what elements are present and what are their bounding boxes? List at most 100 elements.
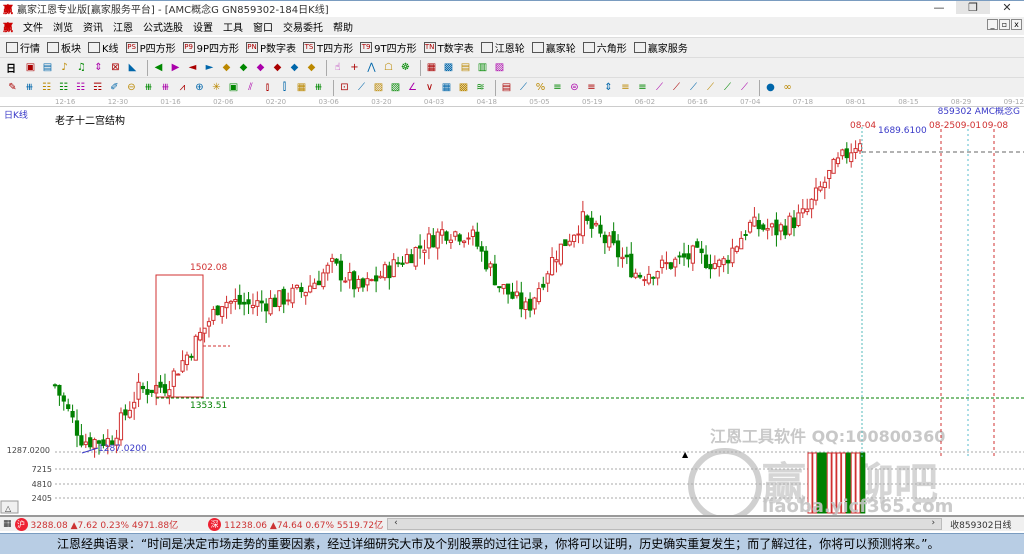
tool-icon[interactable]: ≡: [619, 81, 632, 94]
toolbar-button-9[interactable]: 江恩轮: [480, 40, 525, 55]
tool-icon[interactable]: ⫽: [244, 81, 257, 94]
tool-icon[interactable]: ⫾: [261, 81, 274, 94]
tool-icon[interactable]: ◆: [271, 61, 284, 74]
tool-icon[interactable]: ⧻: [23, 81, 36, 94]
horizontal-scrollbar[interactable]: ‹ ›: [387, 518, 943, 530]
tool-icon[interactable]: ●: [764, 81, 777, 94]
toolbar-button-10[interactable]: 赢家轮: [531, 40, 576, 55]
restore-button[interactable]: ❐: [956, 1, 990, 14]
tool-icon[interactable]: ≡: [551, 81, 564, 94]
shenzhen-index[interactable]: 11238.06 ▲74.64 0.67% 5519.72亿: [224, 518, 383, 531]
mdi-minimize-button[interactable]: _: [987, 19, 998, 30]
tool-icon[interactable]: ≡: [585, 81, 598, 94]
tool-icon[interactable]: ☷: [40, 81, 53, 94]
tool-icon[interactable]: ⩘: [176, 81, 189, 94]
tool-icon[interactable]: ◄: [186, 61, 199, 74]
tool-icon[interactable]: ⟋: [355, 81, 368, 94]
tool-icon[interactable]: ⊡: [338, 81, 351, 94]
tool-icon[interactable]: ✳: [210, 81, 223, 94]
tool-icon[interactable]: ▣: [24, 61, 37, 74]
tool-icon[interactable]: ▥: [476, 61, 489, 74]
tool-icon[interactable]: ☶: [91, 81, 104, 94]
tool-icon[interactable]: ☷: [57, 81, 70, 94]
mdi-close-button[interactable]: x: [1011, 19, 1022, 30]
tool-icon[interactable]: ▤: [41, 61, 54, 74]
tool-icon[interactable]: ▧: [389, 81, 402, 94]
tool-icon[interactable]: ⊕: [193, 81, 206, 94]
tool-icon[interactable]: ∞: [781, 81, 794, 94]
tool-icon[interactable]: ♪: [58, 61, 71, 74]
tool-icon[interactable]: ⇕: [602, 81, 615, 94]
menu-browse[interactable]: 浏览: [53, 19, 73, 34]
tool-icon[interactable]: ◆: [220, 61, 233, 74]
tool-icon[interactable]: ∨: [423, 81, 436, 94]
tool-icon[interactable]: ⟋: [738, 81, 751, 94]
tool-icon[interactable]: ►: [203, 61, 216, 74]
toolbar-button-8[interactable]: TN T数字表: [423, 40, 474, 55]
tool-icon[interactable]: ≋: [474, 81, 487, 94]
calculator-icon[interactable]: ▦: [3, 519, 12, 529]
tool-icon[interactable]: ◀: [152, 61, 165, 74]
tool-icon[interactable]: ◣: [126, 61, 139, 74]
toolbar-button-1[interactable]: 板块: [47, 40, 81, 55]
tool-icon[interactable]: ◆: [305, 61, 318, 74]
tool-icon[interactable]: ♫: [75, 61, 88, 74]
tool-icon[interactable]: ⋀: [365, 61, 378, 74]
toolbar-button-2[interactable]: K线: [88, 40, 119, 55]
toolbar-button-5[interactable]: PN P数字表: [246, 40, 296, 55]
menu-gann[interactable]: 江恩: [113, 19, 133, 34]
tool-icon[interactable]: ≡: [636, 81, 649, 94]
tool-icon[interactable]: ▤: [500, 81, 513, 94]
toolbar-button-6[interactable]: TS T四方形: [303, 40, 353, 55]
tool-icon[interactable]: ▨: [372, 81, 385, 94]
menu-settings[interactable]: 设置: [193, 19, 213, 34]
tool-icon[interactable]: ⟋: [721, 81, 734, 94]
tool-icon[interactable]: ◆: [237, 61, 250, 74]
tool-icon[interactable]: %: [534, 81, 547, 94]
tool-icon[interactable]: ▶: [169, 61, 182, 74]
tool-icon[interactable]: ▦: [440, 81, 453, 94]
menu-tools[interactable]: 工具: [223, 19, 243, 34]
tool-icon[interactable]: ⟋: [517, 81, 530, 94]
menu-file[interactable]: 文件: [23, 19, 43, 34]
kline-chart[interactable]: 日K线 老子十二宫结构 859302 AMC概念G 江恩工具软件 QQ:1008…: [0, 105, 1024, 522]
close-button[interactable]: ✕: [990, 1, 1024, 14]
toolbar-button-4[interactable]: P9 9P四方形: [182, 40, 239, 55]
period-selector[interactable]: 日: [6, 60, 16, 75]
tool-icon[interactable]: ▦: [295, 81, 308, 94]
menu-window[interactable]: 窗口: [253, 19, 273, 34]
toolbar-button-0[interactable]: 行情: [6, 40, 40, 55]
tool-icon[interactable]: ⊜: [568, 81, 581, 94]
tool-icon[interactable]: ▣: [227, 81, 240, 94]
menu-help[interactable]: 帮助: [333, 19, 353, 34]
minimize-button[interactable]: —: [922, 1, 956, 14]
tool-icon[interactable]: ∠: [406, 81, 419, 94]
tool-icon[interactable]: ⇕: [92, 61, 105, 74]
tool-icon[interactable]: ◆: [254, 61, 267, 74]
tool-icon[interactable]: ⊖: [125, 81, 138, 94]
menu-formula[interactable]: 公式选股: [143, 19, 183, 34]
tool-icon[interactable]: ⟋: [704, 81, 717, 94]
tool-icon[interactable]: ▨: [493, 61, 506, 74]
tool-icon[interactable]: ▤: [459, 61, 472, 74]
mdi-restore-button[interactable]: ▫: [999, 19, 1010, 30]
tool-icon[interactable]: ⫿: [278, 81, 291, 94]
shanghai-index[interactable]: 3288.08 ▲7.62 0.23% 4971.88亿: [31, 518, 179, 531]
tool-icon[interactable]: ✎: [6, 81, 19, 94]
tool-icon[interactable]: ⟋: [653, 81, 666, 94]
tool-icon[interactable]: ⟋: [670, 81, 683, 94]
tool-icon[interactable]: ☖: [382, 61, 395, 74]
tool-icon[interactable]: ⊠: [109, 61, 122, 74]
tool-icon[interactable]: ▦: [425, 61, 438, 74]
tool-icon[interactable]: +: [348, 61, 361, 74]
menu-trade[interactable]: 交易委托: [283, 19, 323, 34]
kline-chart-svg[interactable]: 日K线 老子十二宫结构 859302 AMC概念G 江恩工具软件 QQ:1008…: [0, 105, 1024, 522]
tool-icon[interactable]: ▩: [442, 61, 455, 74]
tool-icon[interactable]: ☸: [399, 61, 412, 74]
tool-icon[interactable]: ☷: [74, 81, 87, 94]
toolbar-button-11[interactable]: 六角形: [582, 40, 627, 55]
toolbar-button-3[interactable]: PS P四方形: [125, 40, 176, 55]
toolbar-button-12[interactable]: 赢家服务: [633, 40, 688, 55]
tool-icon[interactable]: ▩: [457, 81, 470, 94]
tool-icon[interactable]: ⧻: [159, 81, 172, 94]
